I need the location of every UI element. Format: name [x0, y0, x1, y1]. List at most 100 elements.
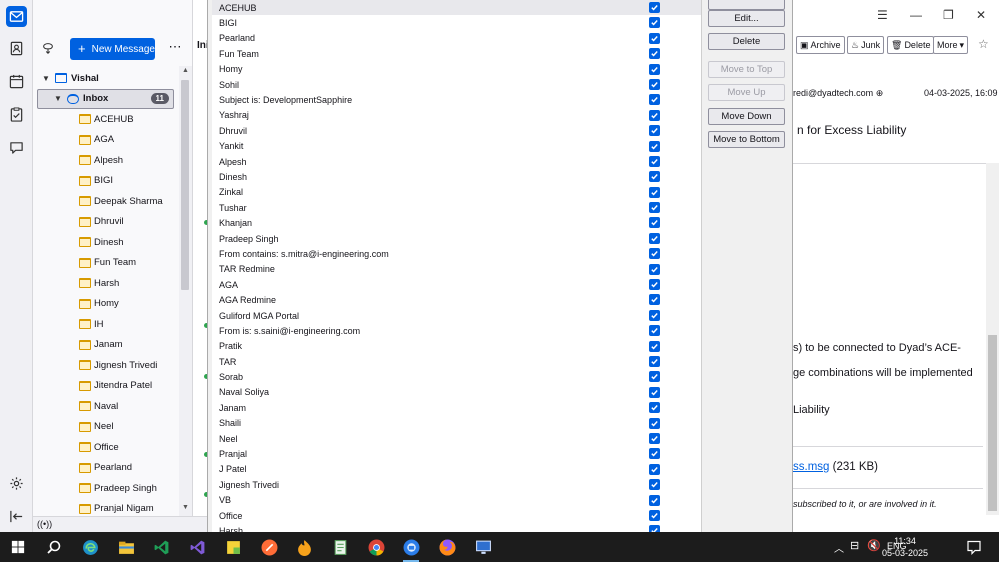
- chevron-down-icon[interactable]: ▼: [42, 74, 50, 83]
- scrollbar-thumb[interactable]: [988, 335, 997, 511]
- scrollbar-thumb[interactable]: [181, 80, 189, 290]
- folder-item[interactable]: Harsh: [33, 273, 179, 294]
- move-up-button[interactable]: Move Up: [708, 84, 785, 101]
- folder-item[interactable]: Alpesh: [33, 150, 179, 171]
- attachment-row[interactable]: ss.msg (231 KB): [793, 461, 878, 473]
- taskbar-clock[interactable]: 11:34 05-03-2025: [880, 535, 930, 559]
- filter-row[interactable]: AGA Redmine: [212, 292, 701, 307]
- minimize-icon[interactable]: —: [910, 8, 922, 22]
- filter-enabled-checkbox[interactable]: [649, 402, 660, 414]
- filter-enabled-checkbox[interactable]: [649, 94, 660, 106]
- filter-enabled-checkbox[interactable]: [649, 340, 660, 352]
- folder-item[interactable]: Naval: [33, 396, 179, 417]
- filter-enabled-checkbox[interactable]: [649, 248, 660, 260]
- volume-muted-icon[interactable]: 🔇: [867, 539, 881, 552]
- filter-row[interactable]: Naval Soliya: [212, 385, 701, 400]
- filter-enabled-checkbox[interactable]: [649, 63, 660, 75]
- filter-enabled-checkbox[interactable]: [649, 48, 660, 60]
- folder-item[interactable]: Janam: [33, 335, 179, 356]
- folder-item[interactable]: Pradeep Singh: [33, 478, 179, 499]
- remote-desktop-icon[interactable]: [473, 537, 493, 557]
- restore-icon[interactable]: ❐: [943, 8, 954, 22]
- filter-list[interactable]: ACEHUB BIGI Pearland Fun Team Homy Sohil Subje…: [212, 0, 702, 532]
- account-row[interactable]: ▼ Vishal: [33, 68, 179, 89]
- move-to-top-button[interactable]: Move to Top: [708, 61, 785, 78]
- filter-enabled-checkbox[interactable]: [649, 202, 660, 214]
- filter-row[interactable]: Subject is: DevelopmentSapphire: [212, 92, 701, 107]
- network-icon[interactable]: ⊟: [850, 539, 859, 552]
- folder-item[interactable]: Pearland: [33, 458, 179, 479]
- filter-enabled-checkbox[interactable]: [649, 186, 660, 198]
- filter-row[interactable]: Fun Team: [212, 46, 701, 61]
- folder-item[interactable]: BIGI: [33, 171, 179, 192]
- more-button[interactable]: More ▾: [933, 36, 969, 54]
- folder-item[interactable]: AGA: [33, 130, 179, 151]
- filter-row[interactable]: Janam: [212, 400, 701, 415]
- filter-row[interactable]: ACEHUB: [212, 0, 701, 16]
- edge-browser-icon[interactable]: [80, 537, 100, 557]
- notifications-icon[interactable]: [966, 539, 982, 558]
- new-filter-button[interactable]: [708, 0, 785, 10]
- filter-row[interactable]: Sorab: [212, 369, 701, 384]
- filter-row[interactable]: Khanjan: [212, 215, 701, 230]
- thunderbird-icon[interactable]: [401, 537, 421, 562]
- delete-filter-button[interactable]: Delete: [708, 33, 785, 50]
- filter-row[interactable]: Neel: [212, 431, 701, 446]
- app-menu-icon[interactable]: ☰: [877, 8, 888, 22]
- filter-enabled-checkbox[interactable]: [649, 309, 660, 321]
- tasks-icon[interactable]: [6, 104, 27, 125]
- chevron-down-icon[interactable]: ▼: [54, 94, 62, 103]
- junk-button[interactable]: ♨ Junk: [847, 36, 885, 54]
- filter-enabled-checkbox[interactable]: [649, 263, 660, 275]
- folder-pane-more-icon[interactable]: ⋯: [167, 39, 183, 57]
- address-book-icon[interactable]: ⊕: [876, 88, 884, 98]
- filter-row[interactable]: Dinesh: [212, 169, 701, 184]
- folder-item[interactable]: Fun Team: [33, 253, 179, 274]
- filter-row[interactable]: Tushar: [212, 200, 701, 215]
- filter-enabled-checkbox[interactable]: [649, 2, 660, 13]
- folder-item[interactable]: Dinesh: [33, 232, 179, 253]
- firefox-icon[interactable]: [437, 537, 457, 557]
- filter-row[interactable]: Jignesh Trivedi: [212, 477, 701, 492]
- filter-enabled-checkbox[interactable]: [649, 140, 660, 152]
- filter-row[interactable]: BIGI: [212, 15, 701, 30]
- filter-enabled-checkbox[interactable]: [649, 386, 660, 398]
- filter-row[interactable]: TAR: [212, 354, 701, 369]
- filter-row[interactable]: Homy: [212, 62, 701, 77]
- filter-row[interactable]: Office: [212, 508, 701, 523]
- filter-enabled-checkbox[interactable]: [649, 125, 660, 137]
- filter-enabled-checkbox[interactable]: [649, 509, 660, 521]
- filter-row[interactable]: From contains: s.mitra@i-engineering.com: [212, 246, 701, 261]
- filter-enabled-checkbox[interactable]: [649, 109, 660, 121]
- folder-item[interactable]: Neel: [33, 417, 179, 438]
- notepad-icon[interactable]: [330, 537, 350, 557]
- filter-row[interactable]: Yankit: [212, 139, 701, 154]
- attachment-link[interactable]: ss.msg: [793, 461, 829, 473]
- filter-enabled-checkbox[interactable]: [649, 17, 660, 29]
- folder-item[interactable]: Dhruvil: [33, 212, 179, 233]
- firefox-alt-icon[interactable]: [294, 537, 314, 557]
- filter-row[interactable]: Pearland: [212, 31, 701, 46]
- filter-row[interactable]: From is: s.saini@i-engineering.com: [212, 323, 701, 338]
- collapse-toolbar-icon[interactable]: [6, 506, 27, 527]
- postman-icon[interactable]: [259, 537, 279, 557]
- windows-start-icon[interactable]: [8, 537, 28, 557]
- filter-row[interactable]: Guliford MGA Portal: [212, 308, 701, 323]
- filter-enabled-checkbox[interactable]: [649, 32, 660, 44]
- scroll-down-icon[interactable]: ▼: [180, 504, 191, 511]
- get-messages-icon[interactable]: [41, 41, 57, 57]
- filter-row[interactable]: Pranjal: [212, 446, 701, 461]
- filter-row[interactable]: Yashraj: [212, 108, 701, 123]
- filter-enabled-checkbox[interactable]: [649, 232, 660, 244]
- folder-item[interactable]: ACEHUB: [33, 109, 179, 130]
- address-book-icon[interactable]: [6, 38, 27, 59]
- filter-row[interactable]: Shaili: [212, 416, 701, 431]
- move-down-button[interactable]: Move Down: [708, 108, 785, 125]
- archive-button[interactable]: ▣ Archive: [796, 36, 845, 54]
- filter-enabled-checkbox[interactable]: [649, 325, 660, 337]
- file-explorer-icon[interactable]: [116, 537, 136, 557]
- filter-enabled-checkbox[interactable]: [649, 155, 660, 167]
- filter-enabled-checkbox[interactable]: [649, 432, 660, 444]
- filter-enabled-checkbox[interactable]: [649, 448, 660, 460]
- search-icon[interactable]: [44, 537, 64, 557]
